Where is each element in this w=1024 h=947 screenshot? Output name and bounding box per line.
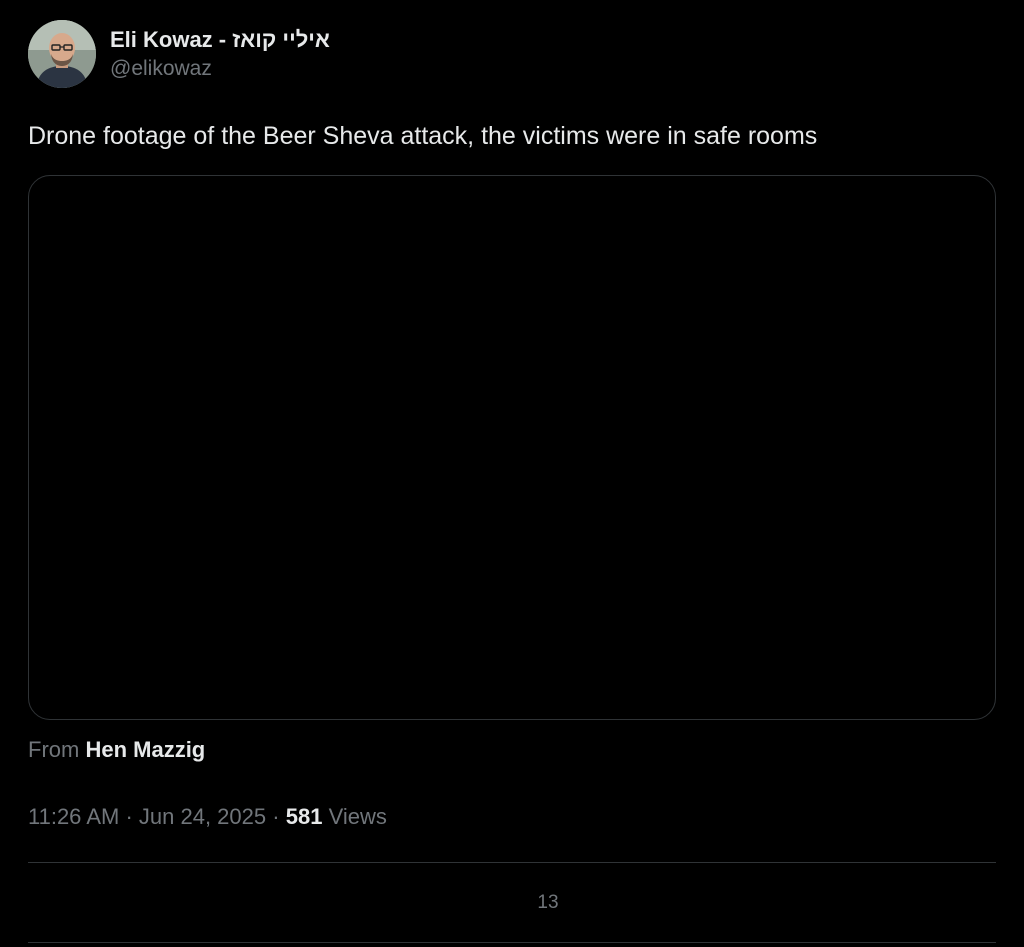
meta-separator: · bbox=[125, 804, 133, 829]
attribution: From Hen Mazzig bbox=[28, 735, 996, 765]
tweet: Eli Kowaz - איליי קואז @elikowaz Drone f… bbox=[28, 20, 996, 915]
video-player[interactable] bbox=[28, 175, 996, 720]
tweet-date[interactable]: Jun 24, 2025 bbox=[139, 804, 266, 829]
attribution-prefix: From bbox=[28, 737, 80, 762]
tweet-header: Eli Kowaz - איליי קואז @elikowaz bbox=[28, 20, 996, 88]
views-label: Views bbox=[328, 804, 387, 829]
engagement-count[interactable]: 13 bbox=[28, 891, 1024, 915]
tweet-text: Drone footage of the Beer Sheva attack, … bbox=[28, 122, 818, 150]
avatar[interactable] bbox=[28, 20, 96, 88]
tweet-meta: 11:26 AM · Jun 24, 2025 · 581 Views bbox=[28, 802, 996, 832]
author-names: Eli Kowaz - איליי קואז @elikowaz bbox=[110, 25, 330, 83]
tweet-time[interactable]: 11:26 AM bbox=[28, 804, 119, 829]
views-count: 581 bbox=[285, 804, 323, 829]
avatar-photo-icon bbox=[28, 20, 96, 88]
author-handle[interactable]: @elikowaz bbox=[110, 55, 330, 83]
attribution-source-link[interactable]: Hen Mazzig bbox=[85, 737, 205, 762]
meta-separator: · bbox=[272, 804, 280, 829]
divider bbox=[28, 862, 996, 863]
author-display-name[interactable]: Eli Kowaz - איליי קואז bbox=[110, 25, 330, 55]
bottom-divider bbox=[28, 942, 996, 943]
